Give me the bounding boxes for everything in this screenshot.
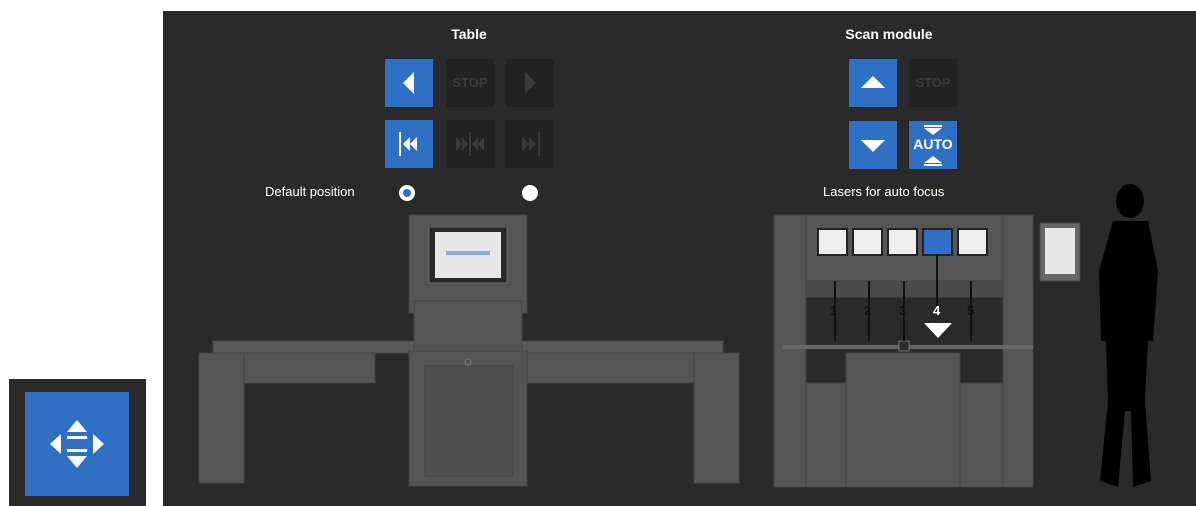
laser-label-5: 5 xyxy=(967,303,975,318)
laser-label-2: 2 xyxy=(864,303,872,318)
person-silhouette xyxy=(1099,184,1158,487)
control-panel: Table STOP Default position Scan module … xyxy=(163,11,1196,506)
laser-label-1: 1 xyxy=(830,303,838,318)
scan-module-illustration xyxy=(773,184,1158,488)
navigation-tile xyxy=(9,379,146,506)
laser-sensors xyxy=(817,228,988,256)
four-way-arrows-icon xyxy=(50,420,104,468)
laser-label-4: 4 xyxy=(933,303,941,318)
laser-label-3: 3 xyxy=(899,303,907,318)
move-all-directions-button[interactable] xyxy=(25,392,129,496)
